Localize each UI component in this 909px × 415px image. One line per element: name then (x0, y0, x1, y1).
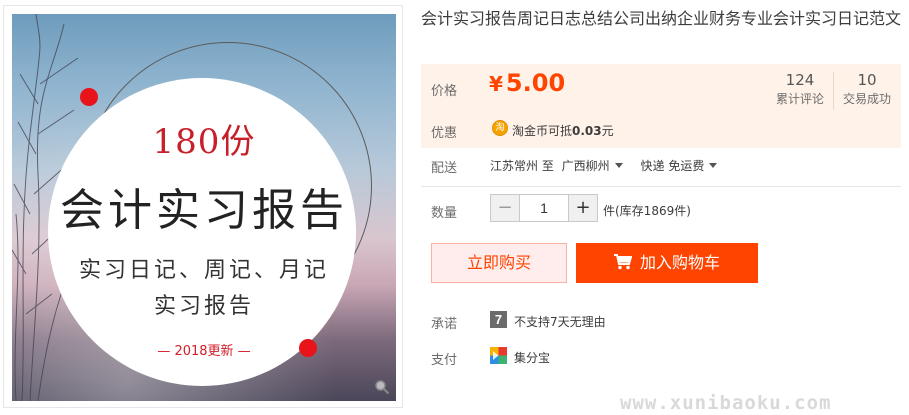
product-main-image[interactable]: 180份 会计实习报告 实习日记、周记、月记 实习报告 — 2018更新 — (12, 14, 396, 401)
shipping-destination-select[interactable]: 广西柳州 (562, 159, 623, 173)
site-watermark: www.xunibaoku.com (620, 392, 832, 414)
review-count-label: 累计评论 (775, 92, 824, 106)
quantity-label: 数量 (431, 206, 458, 221)
promo-amount: 0.03 (572, 124, 602, 138)
shipping-info: 江苏常州 至 广西柳州 快递 免运费 (490, 157, 718, 174)
product-title: 会计实习报告周记日志总结公司出纳企业财务专业会计实习日记范文 (421, 9, 902, 28)
no-7-day-return-icon: 7 (490, 311, 507, 328)
shopping-cart-icon (613, 254, 632, 270)
price-value: ¥5.00 (489, 69, 565, 97)
promo-label: 优惠 (431, 126, 458, 141)
promo-text: 淘金币可抵0.03元 (512, 122, 614, 139)
promise-text[interactable]: 不支持7天无理由 (514, 313, 606, 330)
shipping-from: 江苏常州 至 (490, 159, 554, 173)
price-panel: 价格 ¥5.00 124 累计评论 10 交易成功 优惠 淘 淘金币可抵0.03… (421, 64, 901, 148)
image-subtitle-line1: 实习日记、周记、月记 (78, 258, 329, 283)
image-count-text: 180份 (152, 122, 256, 162)
deal-count-label: 交易成功 (842, 92, 891, 106)
increase-quantity-button[interactable]: + (569, 195, 597, 221)
deal-count: 10 (857, 71, 877, 89)
review-count-stat[interactable]: 124 累计评论 (771, 70, 829, 108)
promise-label: 承诺 (431, 317, 458, 332)
jifenbao-icon (490, 347, 507, 364)
shipping-destination: 广西柳州 (561, 159, 610, 173)
add-to-cart-button[interactable]: 加入购物车 (576, 243, 758, 283)
stat-divider (833, 72, 834, 110)
review-count: 124 (785, 71, 815, 89)
stock-info: 件(库存1869件) (603, 204, 691, 218)
deal-count-stat: 10 交易成功 (839, 70, 895, 108)
image-year-tag: — 2018更新 — (157, 344, 251, 359)
magnifier-icon[interactable] (374, 379, 390, 395)
section-divider (421, 186, 901, 187)
promo-suffix: 元 (601, 124, 614, 138)
quantity-input[interactable] (519, 195, 569, 221)
taojinbi-coin-icon: 淘 (492, 120, 508, 136)
price-label: 价格 (431, 84, 458, 99)
decrease-quantity-button[interactable]: − (491, 195, 519, 221)
shipping-method: 快递 免运费 (640, 159, 705, 173)
payment-label: 支付 (431, 353, 458, 368)
quantity-stepper: − + (490, 194, 598, 222)
chevron-down-icon (614, 163, 623, 168)
image-headline: 会计实习报告 (60, 185, 348, 236)
chevron-down-icon (709, 163, 718, 168)
product-detail-page: 180份 会计实习报告 实习日记、周记、月记 实习报告 — 2018更新 — 会… (0, 0, 909, 415)
currency-symbol: ¥ (489, 72, 503, 96)
image-subtitle-line2: 实习报告 (153, 294, 254, 319)
buy-now-button[interactable]: 立即购买 (431, 243, 567, 283)
add-to-cart-label: 加入购物车 (639, 253, 720, 272)
product-image-frame: 180份 会计实习报告 实习日记、周记、月记 实习报告 — 2018更新 — (3, 5, 403, 408)
payment-method-text[interactable]: 集分宝 (514, 349, 550, 366)
shipping-method-select[interactable]: 快递 免运费 (641, 159, 718, 173)
shipping-label: 配送 (431, 161, 458, 176)
red-dot-top (80, 88, 98, 106)
price-amount: 5.00 (505, 69, 566, 97)
promo-text-prefix: 淘金币可抵 (512, 124, 573, 138)
